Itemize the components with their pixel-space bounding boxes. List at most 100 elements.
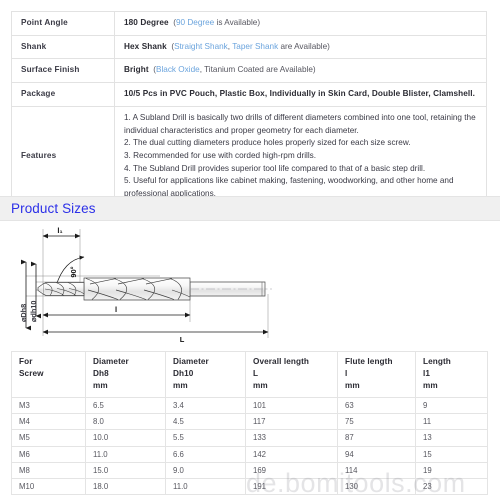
product-sizes-header-bar: Product Sizes [0,196,500,221]
page-title: Product Sizes [11,201,96,216]
spec-primary-value: Bright [124,65,149,75]
feature-item: 2. The dual cutting diameters produce ho… [124,138,411,148]
cell-overall-length: 101 [245,396,338,414]
cell-dh8: 18.0 [85,478,166,496]
spec-value-surface-finish: Bright (Black Oxide, Titanium Coated are… [114,58,487,84]
header-line-1: For [19,357,33,366]
header-line-3: mm [173,380,188,390]
dimension-flute-length: l [42,305,191,318]
column-header-flute-length: Flute length l mm [337,351,416,398]
cell-for-screw: M6 [11,445,86,463]
spec-key-features: Features [11,105,115,207]
cell-flute-length: 114 [337,461,416,480]
spec-primary-value: 180 Degree [124,18,169,27]
cell-dh10: 4.5 [165,412,246,431]
table-row: Shank Hex Shank (Straight Shank, Taper S… [11,34,487,60]
header-line-1: Diameter [173,357,209,366]
specifications-table: Point Angle 180 Degree (90 Degree is Ava… [11,11,487,207]
cell-for-screw: M3 [11,396,86,414]
dimension-label-dia-minor: ⌀dh10 [29,301,38,322]
spec-key-shank: Shank [11,34,115,60]
cell-overall-length: 142 [245,445,338,463]
column-header-diameter-dh8: Diameter Dh8 mm [85,351,166,398]
cell-dh8: 11.0 [85,445,166,463]
drill-bit-body [37,277,272,301]
table-row: M5 10.0 5.5 133 87 13 [11,429,488,447]
table-header-row: For Screw Diameter Dh8 mm Diameter Dh10 … [11,351,488,398]
header-line-2: Dh10 [173,368,194,378]
spec-value-features: 1. A Subland Drill is basically two dril… [114,105,487,207]
column-header-length-l1: Length l1 mm [415,351,488,398]
spec-value-point-angle: 180 Degree (90 Degree is Available) [114,11,487,36]
drill-point [37,283,44,295]
dimension-diameters: ⌀Dh8 ⌀dh10 [19,259,42,331]
cell-length-l1: 23 [415,478,488,496]
spec-value-shank: Hex Shank (Straight Shank, Taper Shank a… [114,34,487,60]
spec-option-link[interactable]: 90 Degree [176,18,214,27]
spec-suffix-text: Titanium Coated are Available) [201,65,316,75]
cell-flute-length: 75 [337,412,416,431]
header-line-1: Flute length [345,357,393,366]
cell-length-l1: 13 [415,429,488,447]
specifications-section: Point Angle 180 Degree (90 Degree is Ava… [11,11,487,207]
spec-option-link[interactable]: Straight Shank [174,42,228,51]
table-row: M6 11.0 6.6 142 94 15 [11,445,488,463]
cell-flute-length: 130 [337,478,416,496]
spec-option-link[interactable]: Black Oxide [156,65,200,74]
cell-dh10: 9.0 [165,461,246,480]
cell-length-l1: 11 [415,412,488,431]
column-header-overall-length: Overall length L mm [245,351,338,398]
cell-overall-length: 191 [245,478,338,496]
dimension-label-l1: l₁ [57,226,62,235]
cell-dh10: 11.0 [165,478,246,496]
feature-item: 4. The Subland Drill provides superior t… [124,163,426,173]
cell-for-screw: M8 [11,461,86,480]
product-sizes-section: For Screw Diameter Dh8 mm Diameter Dh10 … [11,351,488,496]
dimension-label-overall: L [180,335,185,344]
header-line-1: Diameter [93,357,129,366]
cell-dh10: 6.6 [165,445,246,463]
header-line-2: Screw [19,368,44,378]
spec-key-package: Package [11,82,115,107]
table-row: M10 18.0 11.0 191 130 23 [11,478,488,496]
cell-dh8: 6.5 [85,396,166,414]
cell-length-l1: 9 [415,396,488,414]
header-line-1: Overall length [253,357,309,366]
table-row: Package 10/5 Pcs in PVC Pouch, Plastic B… [11,82,487,107]
spec-key-point-angle: Point Angle [11,11,115,36]
spec-option-link-2[interactable]: Taper Shank [232,42,278,51]
column-header-diameter-dh10: Diameter Dh10 mm [165,351,246,398]
cell-flute-length: 63 [337,396,416,414]
diagram-svg: l₁ 90° ⌀Dh8 ⌀dh10 l L [19,226,272,344]
table-row: M4 8.0 4.5 117 75 11 [11,412,488,431]
drill-pilot-section [42,282,85,296]
header-line-2: L [253,368,259,378]
spec-primary-value: Hex Shank [124,41,167,51]
spec-suffix-text: is Available) [214,18,261,27]
cell-flute-length: 87 [337,429,416,447]
cell-length-l1: 19 [415,461,488,480]
dimension-overall-length: L [42,329,269,344]
cell-overall-length: 169 [245,461,338,480]
header-line-3: mm [253,380,268,390]
cell-overall-length: 133 [245,429,338,447]
table-row: M8 15.0 9.0 169 114 19 [11,461,488,480]
table-row: M3 6.5 3.4 101 63 9 [11,396,488,414]
dimension-label-dia-major: ⌀Dh8 [19,304,28,322]
cell-for-screw: M10 [11,478,86,496]
cell-dh8: 8.0 [85,412,166,431]
dimension-label-angle: 90° [69,266,78,277]
spec-primary-value: 10/5 Pcs in PVC Pouch, Plastic Box, Indi… [124,89,476,99]
cell-for-screw: M4 [11,412,86,431]
dimension-label-flute: l [115,305,117,314]
drill-bit-technical-diagram: l₁ 90° ⌀Dh8 ⌀dh10 l L [0,224,500,350]
header-line-1: Length [423,357,451,366]
header-line-2: Dh8 [93,368,109,378]
spec-value-package: 10/5 Pcs in PVC Pouch, Plastic Box, Indi… [114,82,487,107]
cell-for-screw: M5 [11,429,86,447]
cell-dh8: 10.0 [85,429,166,447]
cell-dh10: 3.4 [165,396,246,414]
cell-overall-length: 117 [245,412,338,431]
table-row: Features 1. A Subland Drill is basically… [11,105,487,207]
cell-dh8: 15.0 [85,461,166,480]
